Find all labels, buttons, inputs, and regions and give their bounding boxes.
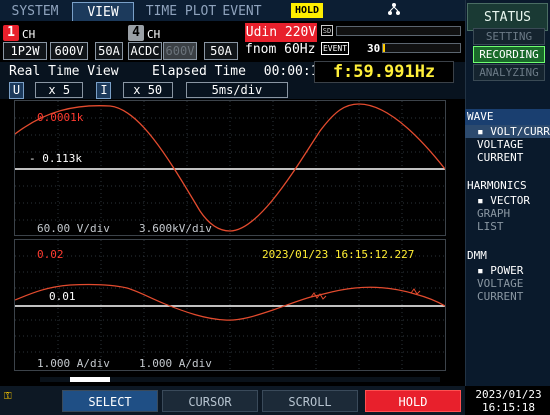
wave-item-current[interactable]: CURRENT bbox=[465, 151, 550, 164]
tab-system[interactable]: SYSTEM bbox=[4, 2, 66, 21]
ch1-voltage-range[interactable]: 600V bbox=[50, 42, 88, 60]
current-scale-left: 1.000 A/div bbox=[37, 357, 110, 370]
voltage-scale-right: 3.600kV/div bbox=[139, 222, 212, 235]
clock-date: 2023/01/23 bbox=[475, 388, 542, 401]
network-icon bbox=[387, 2, 401, 19]
dmm-item-power[interactable]: ▪ POWER bbox=[465, 264, 550, 277]
status-setting-button[interactable]: SETTING bbox=[473, 28, 545, 45]
current-scale-right: 1.000 A/div bbox=[139, 357, 212, 370]
status-analyzing-button[interactable]: ANALYZING bbox=[473, 64, 545, 81]
clock: 2023/01/23 16:15:18 bbox=[467, 386, 550, 415]
dmm-item-power-label: POWER bbox=[490, 264, 524, 277]
ch4-badge: 4 bbox=[128, 25, 144, 41]
sd-card-icon: SD bbox=[321, 25, 333, 36]
ch4-label: CH bbox=[147, 28, 161, 41]
u-zoom[interactable]: x 5 bbox=[35, 82, 84, 98]
frequency-readout: f:59.991Hz bbox=[314, 61, 454, 83]
hold-badge: HOLD bbox=[291, 3, 323, 18]
hold-button[interactable]: HOLD bbox=[365, 390, 461, 412]
i-symbol: I bbox=[96, 82, 112, 99]
timebase[interactable]: 5ms/div bbox=[185, 82, 288, 98]
event-meter bbox=[382, 43, 461, 53]
scroll-button[interactable]: SCROLL bbox=[262, 390, 358, 412]
wave-title: WAVE bbox=[465, 109, 550, 125]
harmonics-item-vector-label: VECTOR bbox=[490, 194, 530, 207]
status-title: STATUS bbox=[467, 3, 548, 31]
current-wave-panel[interactable]: 0.02 2023/01/23 16:15:12.227 0.01 1.000 … bbox=[14, 239, 446, 371]
ch1-current-range[interactable]: 50A bbox=[95, 42, 123, 60]
ch4-current-range[interactable]: 50A bbox=[204, 42, 238, 60]
voltage-marker-white: - 0.113k bbox=[29, 152, 82, 165]
scroll-thumb[interactable] bbox=[70, 377, 110, 382]
fnom-display: fnom 60Hz bbox=[245, 42, 316, 57]
wave-item-voltage[interactable]: VOLTAGE bbox=[465, 138, 550, 151]
harmonics-section: HARMONICS ▪ VECTOR GRAPH LIST bbox=[465, 178, 550, 233]
u-symbol: U bbox=[9, 82, 24, 99]
ch1-label: CH bbox=[22, 28, 36, 41]
event-label: EVENT bbox=[321, 42, 349, 55]
harmonics-title: HARMONICS bbox=[467, 179, 527, 192]
wave-item-volt-curr-label: VOLT/CURR bbox=[490, 125, 550, 138]
dmm-item-voltage[interactable]: VOLTAGE bbox=[465, 277, 550, 290]
ch1-badge: 1 bbox=[3, 25, 19, 41]
i-zoom[interactable]: x 50 bbox=[122, 82, 173, 98]
wave-section: WAVE ▪ VOLT/CURR VOLTAGE CURRENT bbox=[465, 109, 550, 164]
dmm-section: DMM ▪ POWER VOLTAGE CURRENT bbox=[465, 248, 550, 303]
elapsed-time: Elapsed Time 00:00:12 bbox=[152, 64, 326, 79]
wave-item-volt-curr[interactable]: ▪ VOLT/CURR bbox=[465, 125, 550, 138]
current-marker-white: 0.01 bbox=[49, 290, 76, 303]
scale-row: U x 5 I x 50 5ms/div bbox=[9, 82, 288, 99]
ch4-voltage-range[interactable]: 600V bbox=[163, 42, 197, 60]
dmm-item-current[interactable]: CURRENT bbox=[465, 290, 550, 303]
udin-display: Udin 220V bbox=[245, 23, 317, 42]
elapsed-label: Elapsed Time bbox=[152, 64, 246, 79]
ch1-wiring[interactable]: 1P2W bbox=[3, 42, 47, 60]
ch4-coupling[interactable]: ACDC bbox=[128, 42, 162, 60]
scroll-track[interactable] bbox=[40, 377, 440, 382]
voltage-wave-panel[interactable]: 0.0001k - 0.113k 60.00 V/div 3.600kV/div bbox=[14, 100, 446, 236]
tab-event[interactable]: EVENT bbox=[221, 2, 263, 21]
event-count: 30 bbox=[367, 42, 381, 55]
harmonics-item-list[interactable]: LIST bbox=[465, 220, 550, 233]
sd-usage-meter bbox=[336, 26, 461, 36]
harmonics-item-graph[interactable]: GRAPH bbox=[465, 207, 550, 220]
current-marker-red: 0.02 bbox=[37, 248, 64, 261]
voltage-marker-red: 0.0001k bbox=[37, 111, 84, 124]
status-recording-button[interactable]: RECORDING bbox=[473, 46, 545, 63]
tab-time-plot[interactable]: TIME PLOT bbox=[141, 2, 221, 21]
dmm-title: DMM bbox=[467, 249, 487, 262]
voltage-scale-left: 60.00 V/div bbox=[37, 222, 110, 235]
harmonics-item-vector[interactable]: ▪ VECTOR bbox=[465, 194, 550, 207]
key-lock-icon: ⚿ bbox=[4, 391, 12, 402]
clock-time: 16:15:18 bbox=[482, 401, 535, 414]
realtime-label: Real Time View bbox=[9, 64, 119, 79]
cursor-button[interactable]: CURSOR bbox=[162, 390, 258, 412]
event-meter-fill bbox=[383, 44, 385, 52]
current-timestamp: 2023/01/23 16:15:12.227 bbox=[262, 248, 415, 261]
select-button[interactable]: SELECT bbox=[62, 390, 158, 412]
tab-view[interactable]: VIEW bbox=[72, 2, 134, 21]
